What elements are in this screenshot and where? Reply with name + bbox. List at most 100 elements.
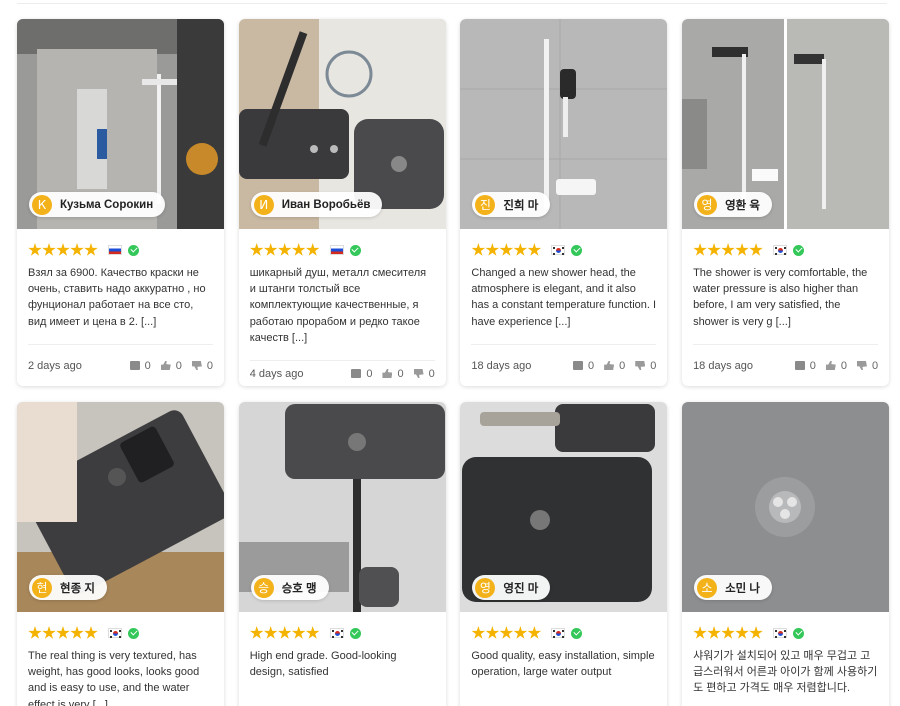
south-korea-flag-icon bbox=[329, 628, 344, 638]
reviewer-chip: 승 승호 맹 bbox=[250, 575, 329, 600]
thumbs-down-icon bbox=[413, 369, 424, 378]
dislikes-stat[interactable]: 0 bbox=[191, 359, 213, 372]
comments-stat[interactable]: 0 bbox=[351, 368, 372, 380]
review-text: The shower is very comfortable, the wate… bbox=[693, 267, 868, 328]
rating-line bbox=[28, 625, 213, 641]
verified-check-icon bbox=[349, 627, 361, 639]
thumbs-down-icon bbox=[856, 361, 867, 370]
reviewer-chip: К Кузьма Сорокин bbox=[29, 192, 166, 217]
review-photo[interactable]: 영 영진 마 bbox=[460, 402, 668, 612]
comment-icon bbox=[573, 361, 583, 370]
star-icon bbox=[749, 626, 763, 639]
verified-check-icon bbox=[571, 627, 583, 639]
reviewer-chip: 영 영환 육 bbox=[694, 192, 772, 217]
comment-count: 0 bbox=[809, 359, 816, 372]
star-icon bbox=[84, 243, 98, 256]
review-card[interactable]: 영 영환 육 The shower is very comfortable, t… bbox=[682, 19, 890, 386]
dislike-count: 0 bbox=[206, 359, 213, 372]
review-footer: 18 days ago 0 0 0 bbox=[693, 344, 879, 386]
likes-stat[interactable]: 0 bbox=[604, 360, 625, 372]
comments-stat[interactable]: 0 bbox=[573, 360, 594, 372]
review-text: шикарный душ, металл смесителя и штанги … bbox=[249, 267, 427, 344]
review-photo[interactable]: 진 진희 마 bbox=[460, 19, 668, 229]
review-footer: 18 days ago 0 0 0 bbox=[471, 344, 657, 386]
dislike-count: 0 bbox=[428, 367, 435, 380]
star-icon bbox=[84, 626, 98, 639]
south-korea-flag-icon bbox=[551, 245, 566, 255]
review-photo[interactable]: 영 영환 육 bbox=[682, 19, 890, 229]
star-icon bbox=[70, 243, 84, 256]
avatar: 진 bbox=[475, 194, 496, 215]
review-photo[interactable]: К Кузьма Сорокин bbox=[17, 19, 224, 229]
dislike-count: 0 bbox=[871, 359, 879, 372]
dislikes-stat[interactable]: 0 bbox=[856, 359, 879, 372]
thumbs-down-icon bbox=[635, 361, 646, 370]
review-footer: 2 days ago 0 0 0 bbox=[28, 344, 213, 386]
star-rating bbox=[693, 243, 763, 257]
thumbs-up-icon bbox=[160, 361, 171, 370]
review-footer: 4 days ago 0 0 0 bbox=[249, 360, 435, 386]
star-icon bbox=[735, 243, 749, 256]
review-card[interactable]: 영 영진 마 Good quality, easy installation, … bbox=[460, 402, 668, 706]
review-card[interactable]: 진 진희 마 Changed a new shower head, the at… bbox=[460, 19, 668, 386]
star-icon bbox=[263, 243, 278, 256]
reviewer-chip: 진 진희 마 bbox=[472, 192, 551, 217]
dislikes-stat[interactable]: 0 bbox=[413, 367, 435, 380]
star-icon bbox=[499, 243, 514, 256]
star-icon bbox=[499, 626, 514, 639]
verified-check-icon bbox=[128, 244, 139, 256]
thumbs-up-icon bbox=[604, 361, 615, 370]
reviewer-chip: 소 소민 나 bbox=[694, 575, 772, 600]
verified-check-icon bbox=[128, 627, 139, 639]
like-count: 0 bbox=[840, 359, 847, 372]
review-card[interactable]: 소 소민 나 샤워기가 설치되어 있고 매우 무겁고 고급스러워서 어른과 아이… bbox=[682, 402, 890, 706]
verified-check-icon bbox=[349, 244, 361, 256]
review-photo[interactable]: 승 승호 맹 bbox=[238, 402, 446, 612]
review-text: The real thing is very textured, has wei… bbox=[28, 650, 200, 706]
reviewer-chip: И Иван Воробьёв bbox=[250, 192, 383, 217]
review-photo[interactable]: 현 현종 지 bbox=[17, 402, 224, 612]
review-card[interactable]: И Иван Воробьёв шикарный душ, металл сме… bbox=[238, 19, 446, 386]
thumbs-up-icon bbox=[825, 361, 836, 370]
star-rating bbox=[28, 626, 98, 640]
star-rating bbox=[693, 626, 763, 640]
likes-stat[interactable]: 0 bbox=[160, 360, 182, 372]
star-icon bbox=[707, 626, 721, 639]
comments-stat[interactable]: 0 bbox=[129, 360, 151, 372]
star-icon bbox=[471, 626, 486, 639]
review-photo[interactable]: И Иван Воробьёв bbox=[238, 19, 446, 229]
verified-check-icon bbox=[571, 244, 583, 256]
star-icon bbox=[277, 626, 292, 639]
star-icon bbox=[749, 243, 763, 256]
thumbs-up-icon bbox=[382, 369, 393, 378]
review-card[interactable]: 승 승호 맹 High end grade. Good-looking desi… bbox=[238, 402, 446, 706]
reviewer-name: 영진 마 bbox=[503, 582, 539, 595]
star-icon bbox=[305, 243, 320, 256]
likes-stat[interactable]: 0 bbox=[825, 359, 847, 372]
star-icon bbox=[56, 626, 70, 639]
comments-stat[interactable]: 0 bbox=[794, 359, 816, 372]
comment-count: 0 bbox=[588, 359, 595, 372]
south-korea-flag-icon bbox=[773, 628, 788, 638]
review-card[interactable]: К Кузьма Сорокин Взял за 6900. Качество … bbox=[17, 19, 224, 386]
star-icon bbox=[277, 243, 292, 256]
star-rating bbox=[249, 243, 320, 257]
star-icon bbox=[56, 243, 70, 256]
review-card[interactable]: 현 현종 지 The real thing is very textured, … bbox=[17, 402, 224, 706]
thumbs-down-icon bbox=[191, 361, 202, 370]
star-icon bbox=[735, 626, 749, 639]
review-date: 18 days ago bbox=[471, 359, 532, 372]
top-divider bbox=[17, 3, 887, 4]
south-korea-flag-icon bbox=[773, 245, 788, 255]
reviewer-name: 소민 나 bbox=[725, 582, 760, 595]
star-rating bbox=[471, 243, 542, 257]
reviewer-name: 현종 지 bbox=[60, 582, 95, 595]
reviewer-name: Кузьма Сорокин bbox=[60, 198, 154, 211]
star-icon bbox=[42, 243, 56, 256]
star-icon bbox=[471, 243, 486, 256]
review-photo[interactable]: 소 소민 나 bbox=[682, 402, 890, 612]
likes-stat[interactable]: 0 bbox=[382, 368, 404, 380]
verified-check-icon bbox=[793, 244, 805, 256]
dislikes-stat[interactable]: 0 bbox=[635, 360, 656, 372]
review-text: Взял за 6900. Качество краски не очень, … bbox=[28, 267, 206, 328]
